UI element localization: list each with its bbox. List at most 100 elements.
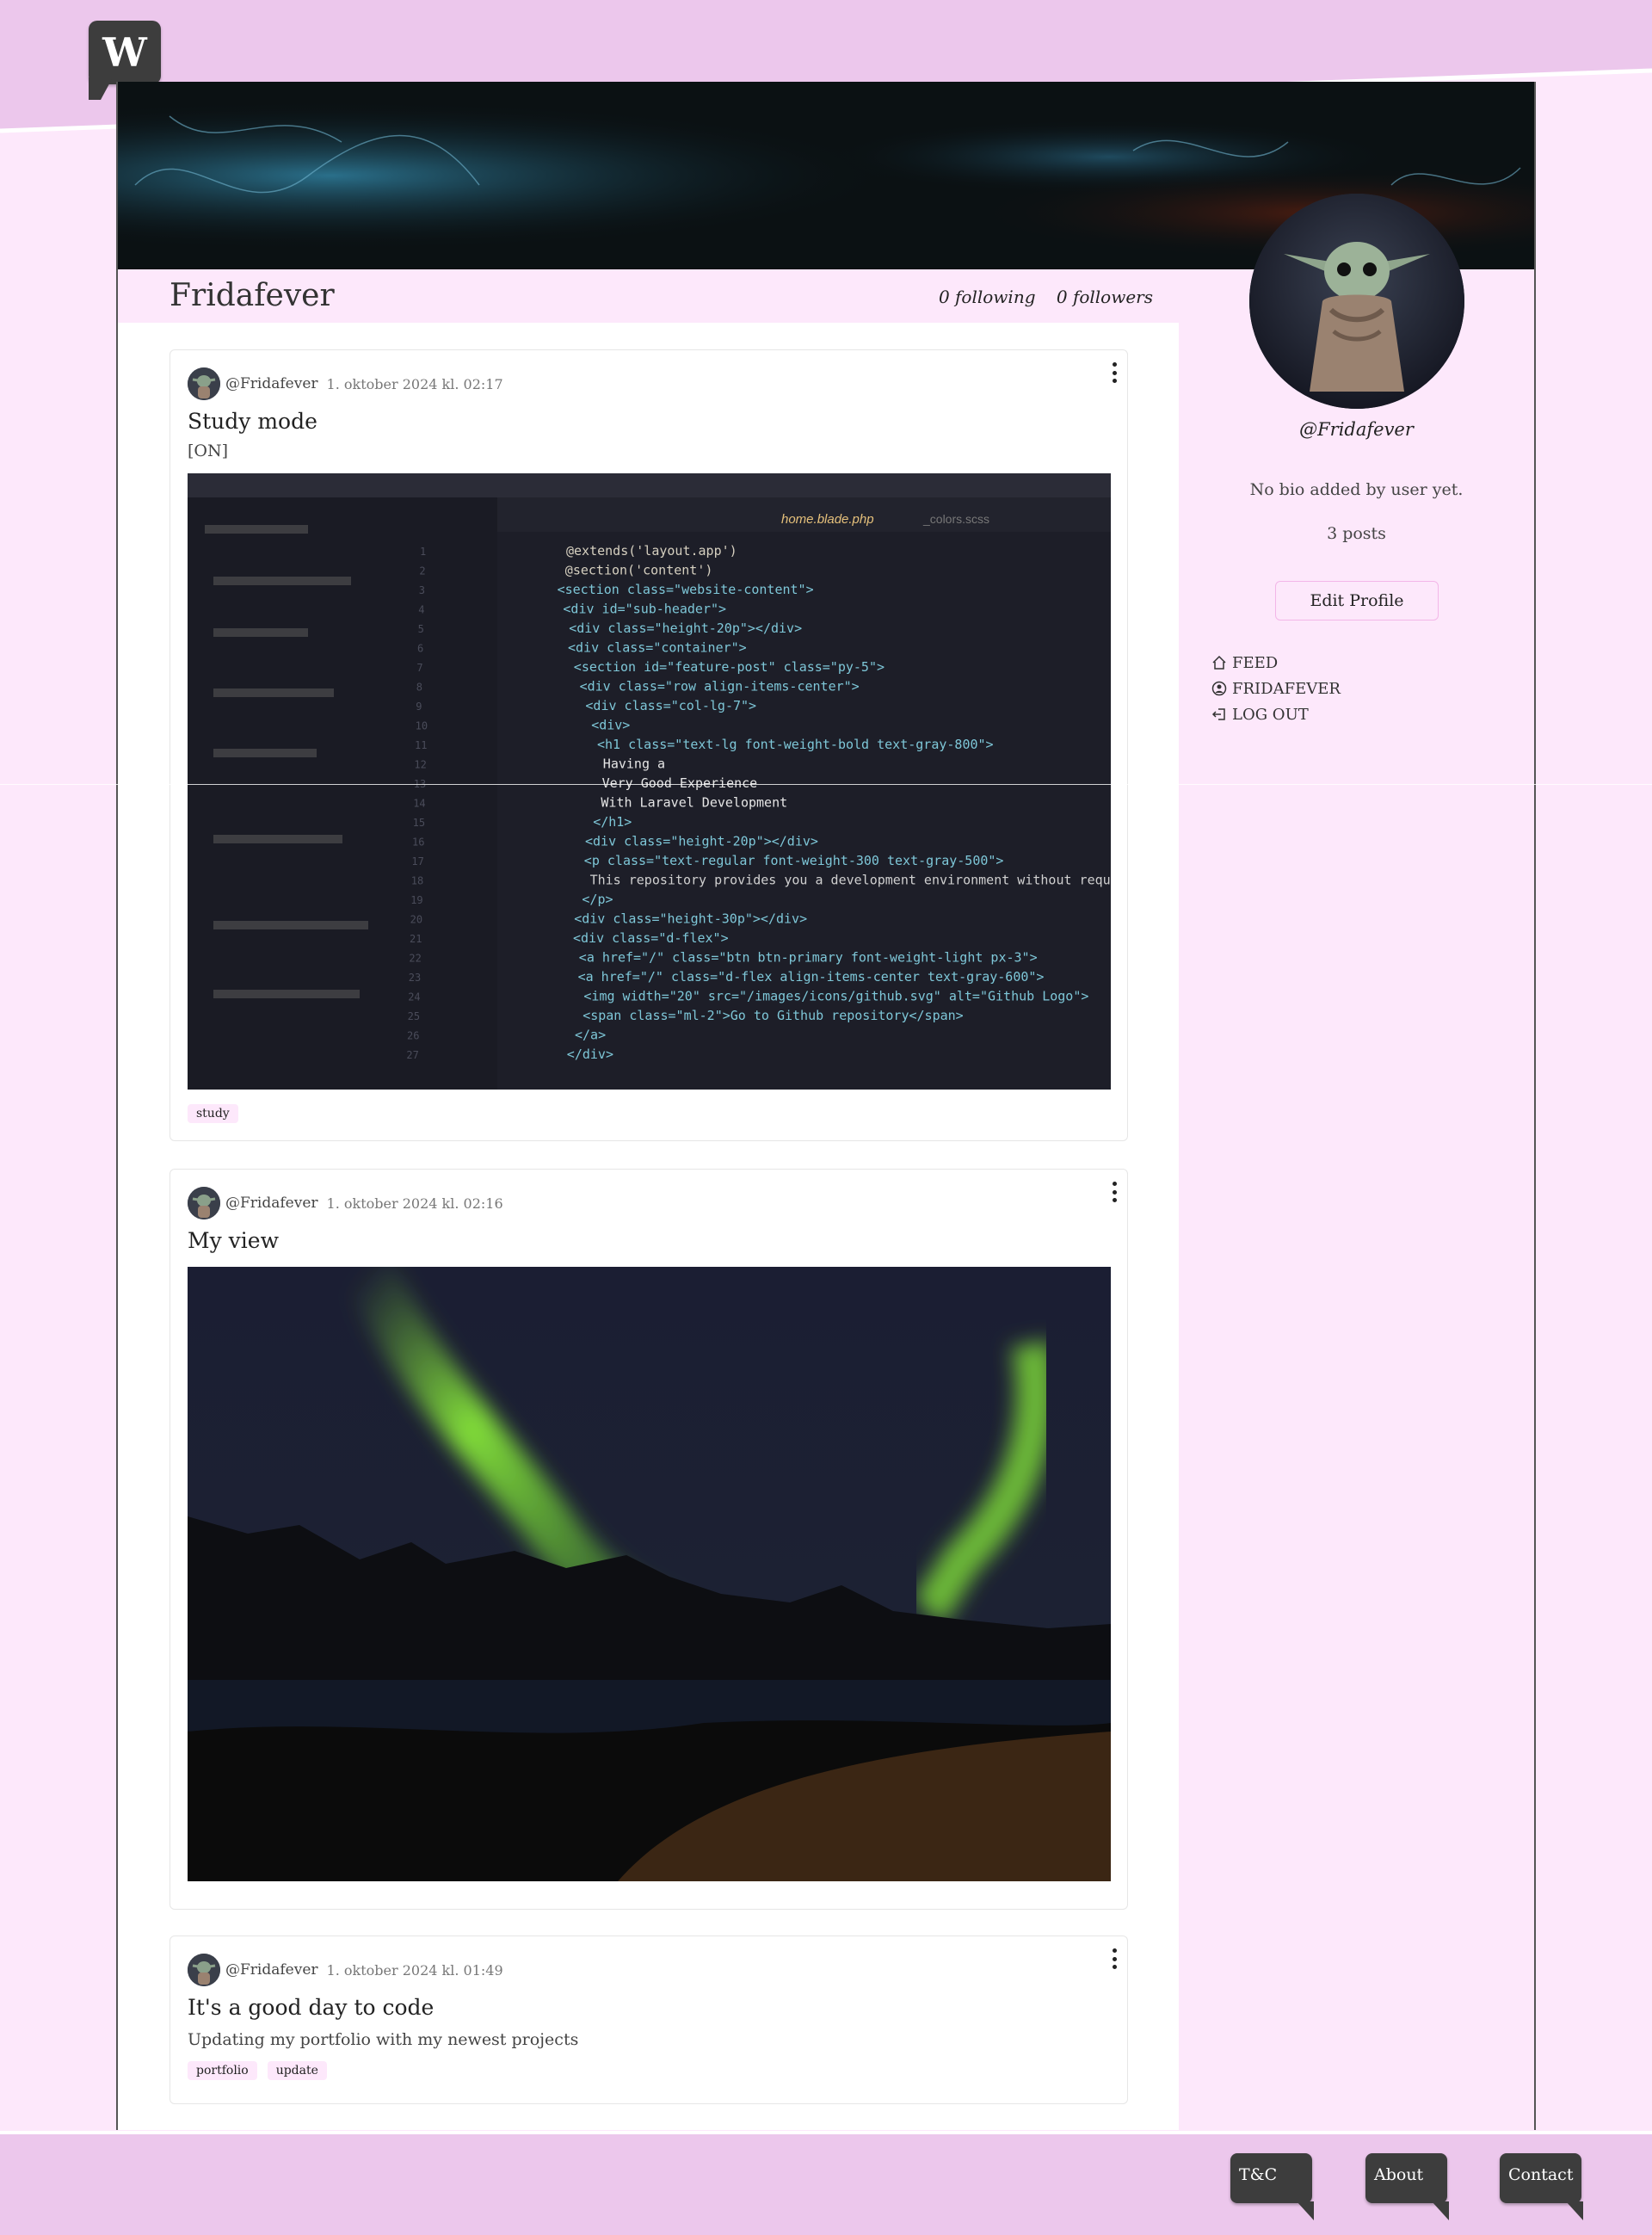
code-line: @section('content') [565,563,713,578]
code-line: <div class="row align-items-center"> [580,679,860,695]
post-title: Study mode [188,409,317,434]
post-body: [ON] [188,441,229,460]
post-image-aurora [188,1267,1111,1881]
footer-tc-button[interactable]: T&C [1230,2153,1314,2220]
post-card: @Fridafever 1. oktober 2024 kl. 02:17 St… [170,349,1128,1141]
post-author[interactable]: @Fridafever [225,375,318,392]
tag-chip[interactable]: update [267,2061,327,2080]
edit-profile-button[interactable]: Edit Profile [1275,581,1439,620]
post-body: Updating my portfolio with my newest pro… [188,2030,579,2049]
code-line: <div class="d-flex"> [573,930,729,946]
site-footer: T&C About Contact [0,2131,1652,2235]
nav-item-profile[interactable]: FRIDAFEVER [1211,676,1341,701]
code-line-number: 26 [407,1030,419,1042]
code-line: <div class="height-20p"></div> [569,620,802,636]
post-menu-icon[interactable] [1110,1182,1119,1202]
following-link[interactable]: 0 following [939,287,1036,307]
footer-about-label: About [1374,2165,1424,2184]
author-avatar[interactable] [188,367,220,400]
post-author[interactable]: @Fridafever [225,1961,318,1979]
code-line-number: 10 [416,720,428,732]
nav-label: FRIDAFEVER [1232,679,1341,698]
post-tags: study [188,1104,238,1123]
code-line-number: 5 [418,623,424,635]
post-image-code: home.blade.php _colors.scss 1 @extends('l… [188,473,1111,1090]
nav-item-logout[interactable]: LOG OUT [1211,701,1341,727]
code-line: <div class="col-lg-7"> [585,698,756,713]
code-tab-1: home.blade.php [781,512,874,527]
tag-chip[interactable]: study [188,1104,238,1123]
post-date: 1. oktober 2024 kl. 02:17 [326,375,503,392]
logout-icon [1211,708,1225,720]
code-line: </p> [582,892,613,907]
profile-name: Fridafever [170,278,335,313]
profile-post-count: 3 posts [1327,524,1386,543]
author-avatar[interactable] [188,1187,220,1219]
post-meta: @Fridafever 1. oktober 2024 kl. 01:49 [188,1954,503,1986]
code-line-number: 17 [411,855,423,867]
post-tags: portfolio update [188,2061,327,2080]
code-line: </a> [575,1028,606,1043]
code-line-number: 18 [411,875,423,887]
profile-bio: No bio added by user yet. [1249,480,1464,499]
post-date: 1. oktober 2024 kl. 02:16 [326,1195,503,1212]
code-line: <div id="sub-header"> [563,602,726,617]
code-line-number: 27 [406,1049,418,1061]
code-line: <p class="text-regular font-weight-300 t… [584,853,1004,868]
code-line: <div class="container"> [568,640,747,656]
code-line-number: 6 [417,643,423,655]
logo-tail [89,77,113,100]
post-author[interactable]: @Fridafever [225,1195,318,1212]
code-line-number: 16 [412,837,424,849]
footer-contact-button[interactable]: Contact [1500,2153,1583,2220]
post-title: My view [188,1228,279,1253]
nav-item-feed[interactable]: FEED [1211,650,1341,676]
code-line-number: 12 [414,759,426,771]
footer-about-button[interactable]: About [1365,2153,1449,2220]
post-date: 1. oktober 2024 kl. 01:49 [326,1961,503,1979]
code-line: With Laravel Development [601,795,787,811]
post-menu-icon[interactable] [1110,362,1119,383]
nav-label: LOG OUT [1232,705,1309,724]
profile-namebar: Fridafever 0 following 0 followers [118,269,1179,323]
post-menu-icon[interactable] [1110,1948,1119,1969]
author-avatar[interactable] [188,1954,220,1986]
post-feed: @Fridafever 1. oktober 2024 kl. 02:17 St… [118,323,1179,2130]
code-line: <a href="/" class="btn btn-primary font-… [579,950,1038,966]
code-line: This repository provides you a developme… [590,873,1111,888]
code-line-number: 19 [410,894,422,906]
user-circle-icon [1211,681,1227,696]
code-line-number: 2 [419,565,425,577]
code-line: Having a [603,756,665,772]
code-line-number: 22 [409,953,421,965]
code-line: <img width="20" src="/images/icons/githu… [583,989,1088,1004]
followers-link[interactable]: 0 followers [1057,287,1153,307]
post-card: @Fridafever 1. oktober 2024 kl. 02:16 My… [170,1169,1128,1910]
code-line-number: 7 [416,662,422,674]
code-line-number: 3 [419,584,425,596]
code-line: <div class="height-20p"></div> [585,834,818,849]
divider-line [0,784,1652,785]
nav-label: FEED [1232,653,1279,672]
post-meta: @Fridafever 1. oktober 2024 kl. 02:16 [188,1187,503,1219]
code-tab-2: _colors.scss [922,512,989,526]
code-line: </div> [567,1046,613,1062]
code-line-number: 1 [420,546,426,558]
code-line-number: 24 [408,991,420,1003]
site-logo[interactable]: W [89,21,161,84]
sidebar-nav: FEED FRIDAFEVER LOG OUT [1211,650,1341,727]
code-line: <section id="feature-post" class="py-5"> [574,659,885,675]
post-meta: @Fridafever 1. oktober 2024 kl. 02:17 [188,367,503,400]
tag-chip[interactable]: portfolio [188,2061,257,2080]
follow-stats: 0 following 0 followers [923,287,1153,307]
code-line: <span class="ml-2">Go to Github reposito… [583,1008,964,1023]
code-line-number: 9 [416,701,422,713]
code-line-number: 23 [409,972,421,984]
home-icon [1212,655,1226,670]
code-line: <h1 class="text-lg font-weight-bold text… [597,737,994,752]
code-screenshot: home.blade.php _colors.scss 1 @extends('l… [188,473,1111,1090]
code-line-number: 11 [415,739,427,751]
code-line-number: 4 [418,604,424,616]
code-line: <a href="/" class="d-flex align-items-ce… [578,969,1045,985]
logo-letter: W [102,29,147,76]
